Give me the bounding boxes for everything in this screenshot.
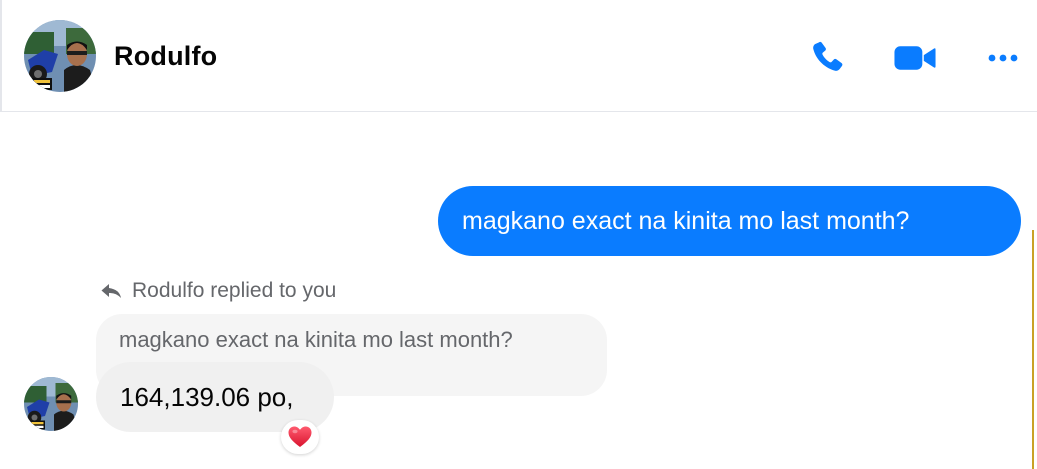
phone-icon [813, 41, 843, 71]
video-call-button[interactable] [893, 36, 937, 80]
more-options-button[interactable] [981, 36, 1025, 80]
header-divider [0, 0, 2, 112]
reply-context-label: Rodulfo replied to you [132, 279, 337, 302]
more-dots-icon [988, 54, 1018, 62]
profile-photo-icon [24, 377, 78, 431]
sender-avatar[interactable] [24, 377, 78, 431]
reply-context: Rodulfo replied to you [100, 278, 336, 304]
outgoing-message-bubble[interactable]: magkano exact na kinita mo last month? [438, 186, 1021, 256]
profile-photo-icon [24, 20, 96, 92]
contact-avatar[interactable] [24, 20, 96, 92]
message-reaction[interactable] [281, 420, 319, 454]
quoted-message-text: magkano exact na kinita mo last month? [119, 327, 513, 352]
scroll-edge-divider [1032, 230, 1034, 469]
incoming-message-text: 164,139.06 po, [120, 381, 294, 412]
outgoing-message-text: magkano exact na kinita mo last month? [462, 206, 910, 235]
voice-call-button[interactable] [806, 36, 850, 80]
reply-arrow-icon [100, 281, 124, 301]
video-camera-icon [894, 46, 936, 70]
messenger-conversation: Rodulfo magkano exact na kinita mo last … [0, 0, 1037, 469]
contact-name[interactable]: Rodulfo [114, 41, 217, 72]
heart-reaction-icon [288, 426, 312, 447]
conversation-header: Rodulfo [0, 0, 1037, 112]
